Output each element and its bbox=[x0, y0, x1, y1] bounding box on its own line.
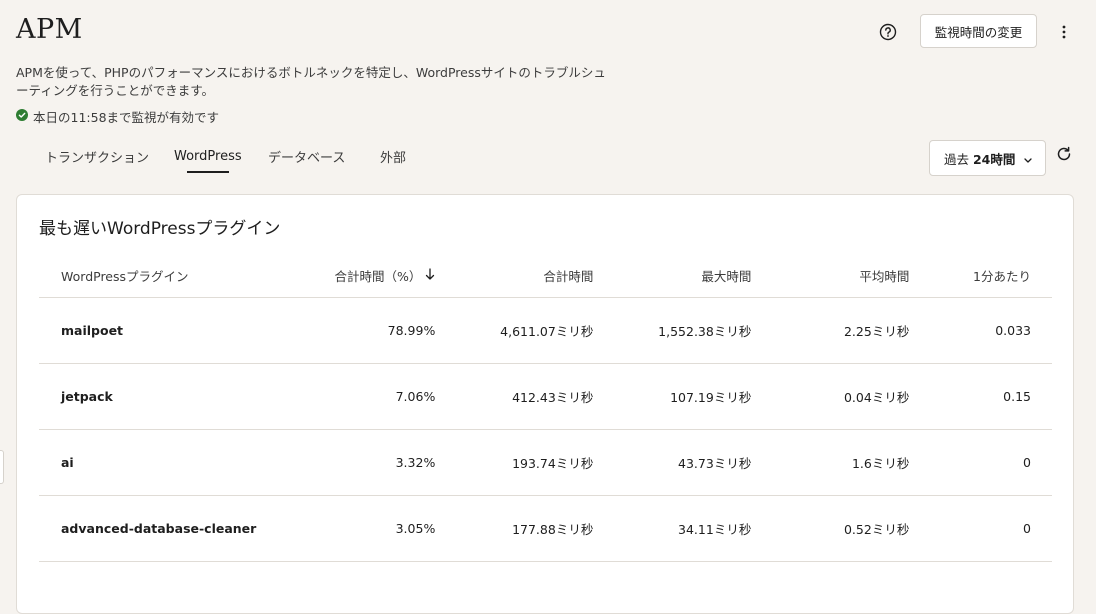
tab-transactions[interactable]: トランザクション bbox=[45, 140, 149, 172]
max-time: 107.19ミリ秒 bbox=[614, 363, 773, 430]
time-range-prefix: 過去 bbox=[944, 151, 973, 167]
slowest-plugins-card: 最も遅いWordPressプラグイン WordPressプラグイン 合計時間（%… bbox=[16, 194, 1074, 614]
page-description: APMを使って、PHPのパフォーマンスにおけるボトルネックを特定し、WordPr… bbox=[16, 65, 606, 98]
avg-time: 1.6ミリ秒 bbox=[772, 429, 931, 496]
monitoring-status: 本日の11:58まで監視が有効です bbox=[16, 107, 219, 126]
column-header-total-time-pct[interactable]: 合計時間（%） bbox=[277, 253, 457, 298]
total-time: 193.74ミリ秒 bbox=[456, 429, 615, 496]
plugins-table: WordPressプラグイン 合計時間（%） 合計時間 最大時間 平均時間 1分… bbox=[39, 253, 1052, 562]
per-minute: 0.15 bbox=[930, 363, 1052, 430]
per-minute: 0 bbox=[930, 429, 1052, 496]
table-header-row: WordPressプラグイン 合計時間（%） 合計時間 最大時間 平均時間 1分… bbox=[39, 253, 1052, 298]
column-header-plugin[interactable]: WordPressプラグイン bbox=[39, 253, 278, 298]
arrow-down-icon bbox=[425, 267, 435, 283]
table-row[interactable]: ai 3.32% 193.74ミリ秒 43.73ミリ秒 1.6ミリ秒 0 bbox=[39, 429, 1052, 496]
page-title: APM bbox=[16, 14, 83, 45]
avg-time: 2.25ミリ秒 bbox=[772, 297, 931, 364]
column-header-total-time-pct-label: 合計時間（%） bbox=[334, 268, 422, 284]
more-options-icon[interactable] bbox=[1054, 22, 1074, 42]
tab-database[interactable]: データベース bbox=[268, 140, 345, 172]
tab-wordpress[interactable]: WordPress bbox=[174, 140, 242, 172]
table-row[interactable]: advanced-database-cleaner 3.05% 177.88ミリ… bbox=[39, 495, 1052, 562]
help-icon[interactable] bbox=[878, 22, 897, 41]
max-time: 34.11ミリ秒 bbox=[614, 495, 773, 562]
max-time: 1,552.38ミリ秒 bbox=[614, 297, 773, 364]
avg-time: 0.04ミリ秒 bbox=[772, 363, 931, 430]
status-text: 本日の11:58まで監視が有効です bbox=[33, 110, 220, 125]
column-header-per-minute[interactable]: 1分あたり bbox=[930, 253, 1052, 298]
max-time: 43.73ミリ秒 bbox=[614, 429, 773, 496]
column-header-avg-time[interactable]: 平均時間 bbox=[772, 253, 931, 298]
change-monitoring-time-button[interactable]: 監視時間の変更 bbox=[920, 14, 1037, 48]
total-time-pct: 78.99% bbox=[277, 297, 457, 364]
time-range-value: 24時間 bbox=[972, 151, 1016, 167]
total-time-pct: 3.05% bbox=[277, 495, 457, 562]
per-minute: 0 bbox=[930, 495, 1052, 562]
side-panel-handle[interactable] bbox=[0, 450, 4, 484]
check-circle-icon bbox=[16, 109, 28, 124]
total-time: 4,611.07ミリ秒 bbox=[456, 297, 615, 364]
tab-external[interactable]: 外部 bbox=[380, 140, 406, 172]
chevron-down-icon bbox=[1023, 153, 1033, 168]
plugin-name: ai bbox=[39, 429, 278, 496]
column-header-max-time[interactable]: 最大時間 bbox=[614, 253, 773, 298]
plugin-name: advanced-database-cleaner bbox=[39, 495, 278, 562]
column-header-total-time[interactable]: 合計時間 bbox=[456, 253, 615, 298]
plugin-name: mailpoet bbox=[39, 297, 278, 364]
table-row[interactable]: mailpoet 78.99% 4,611.07ミリ秒 1,552.38ミリ秒 … bbox=[39, 297, 1052, 364]
total-time-pct: 3.32% bbox=[277, 429, 457, 496]
total-time-pct: 7.06% bbox=[277, 363, 457, 430]
per-minute: 0.033 bbox=[930, 297, 1052, 364]
refresh-icon[interactable] bbox=[1055, 145, 1073, 163]
card-title: 最も遅いWordPressプラグイン bbox=[39, 219, 281, 239]
plugin-name: jetpack bbox=[39, 363, 278, 430]
total-time: 177.88ミリ秒 bbox=[456, 495, 615, 562]
time-range-select[interactable]: 過去 24時間 bbox=[929, 140, 1046, 176]
total-time: 412.43ミリ秒 bbox=[456, 363, 615, 430]
avg-time: 0.52ミリ秒 bbox=[772, 495, 931, 562]
table-row[interactable]: jetpack 7.06% 412.43ミリ秒 107.19ミリ秒 0.04ミリ… bbox=[39, 363, 1052, 430]
